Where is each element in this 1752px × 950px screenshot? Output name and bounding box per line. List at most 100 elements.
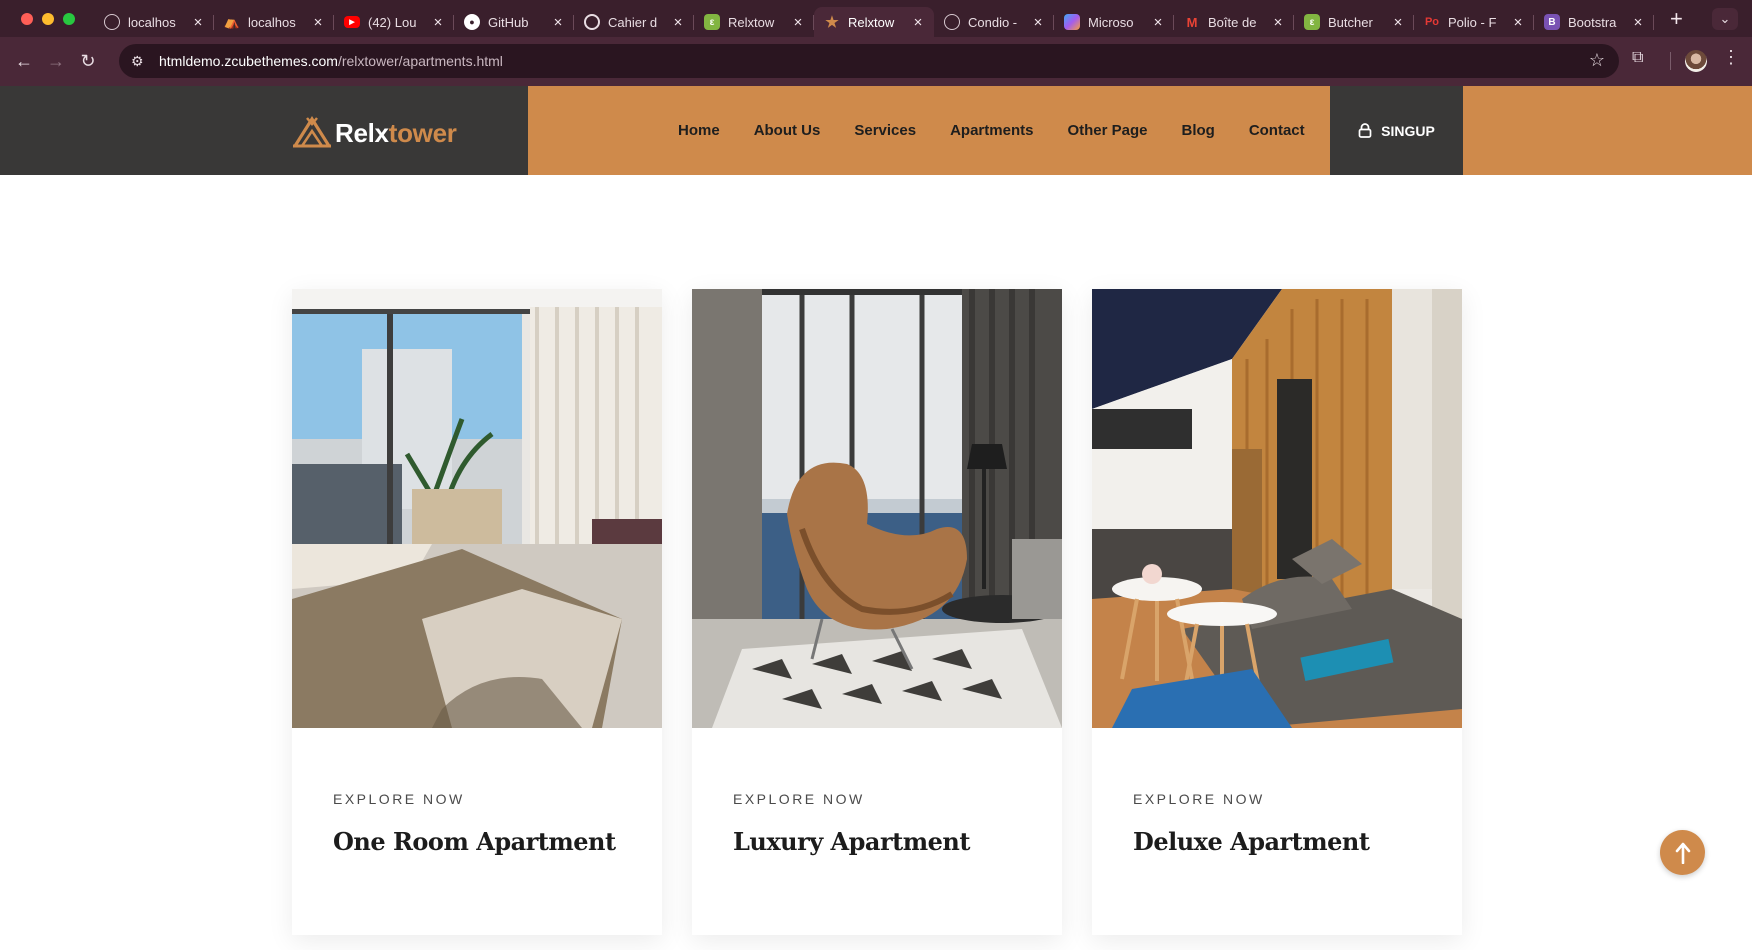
forward-arrow-icon[interactable]: → xyxy=(40,51,72,72)
browser-toolbar: ← → ↻ ⚙ htmldemo.zcubethemes.com/relxtow… xyxy=(0,37,1752,86)
tab-title: Relxtow xyxy=(848,14,895,30)
apartment-photo[interactable] xyxy=(692,289,1062,728)
card-eyebrow: EXPLORE NOW xyxy=(1133,791,1265,807)
card-eyebrow: EXPLORE NOW xyxy=(333,791,465,807)
tent-logo-icon: ⛺ xyxy=(223,14,241,29)
browser-tab[interactable]: Condio - × xyxy=(934,7,1054,37)
logo-text-primary: Relx xyxy=(335,118,389,148)
browser-tab[interactable]: M Boîte de × xyxy=(1174,7,1294,37)
close-tab-icon[interactable]: × xyxy=(1150,14,1166,31)
copilot-icon xyxy=(1064,14,1080,30)
apartment-card[interactable]: EXPLORE NOW Luxury Apartment xyxy=(692,289,1062,935)
window-controls xyxy=(0,12,94,25)
signup-button[interactable]: SINGUP xyxy=(1330,86,1463,175)
close-tab-icon[interactable]: × xyxy=(1270,14,1286,31)
browser-tab[interactable]: B Bootstra × xyxy=(1534,7,1654,37)
polio-icon: Po xyxy=(1424,16,1440,28)
tab-title: Cahier d xyxy=(608,14,658,30)
url-path: /relxtower/apartments.html xyxy=(337,53,503,69)
tab-title: Bootstra xyxy=(1568,14,1617,30)
site-settings-icon[interactable]: ⚙ xyxy=(131,53,159,70)
tab-title: Relxtow xyxy=(728,14,775,30)
youtube-icon: ▶ xyxy=(344,16,360,28)
browser-tab-bar: localhos × ⛺ localhos × ▶ (42) Lou × ● G… xyxy=(0,0,1752,37)
close-window-button[interactable] xyxy=(21,12,33,25)
browser-tab[interactable]: Cahier d × xyxy=(574,7,694,37)
tab-title: Butcher xyxy=(1328,14,1373,30)
openai-icon xyxy=(584,14,600,30)
nav-services[interactable]: Services xyxy=(854,122,916,139)
back-arrow-icon[interactable]: ← xyxy=(8,51,40,72)
globe-icon xyxy=(104,14,120,30)
card-title[interactable]: One Room Apartment xyxy=(333,827,616,856)
close-tab-icon[interactable]: × xyxy=(1510,14,1526,31)
close-tab-icon[interactable]: × xyxy=(190,14,206,31)
logo-text-accent: tower xyxy=(388,118,457,148)
close-tab-icon[interactable]: × xyxy=(790,14,806,31)
nav-contact[interactable]: Contact xyxy=(1249,122,1305,139)
reload-icon[interactable]: ↻ xyxy=(72,51,104,72)
tab-title: Condio - xyxy=(968,14,1018,30)
arrow-up-icon xyxy=(1675,842,1690,864)
tab-title: Polio - F xyxy=(1448,14,1497,30)
close-tab-icon[interactable]: × xyxy=(550,14,566,31)
extensions-puzzle-icon[interactable]: ⧉ xyxy=(1632,49,1643,67)
close-tab-icon[interactable]: × xyxy=(310,14,326,31)
nav-blog[interactable]: Blog xyxy=(1181,122,1214,139)
close-tab-icon[interactable]: × xyxy=(1630,14,1646,31)
browser-tab[interactable]: ε Relxtow × xyxy=(694,7,814,37)
close-tab-icon[interactable]: × xyxy=(910,14,926,31)
tab-title: Boîte de xyxy=(1208,14,1257,30)
envato-icon: ε xyxy=(704,14,720,30)
nav-about-us[interactable]: About Us xyxy=(754,122,821,139)
maximize-window-button[interactable] xyxy=(63,12,75,25)
toolbar-divider xyxy=(1670,52,1671,70)
tab-strip: localhos × ⛺ localhos × ▶ (42) Lou × ● G… xyxy=(94,0,1683,37)
browser-tab[interactable]: ● GitHub × xyxy=(454,7,574,37)
apartment-card[interactable]: EXPLORE NOW One Room Apartment xyxy=(292,289,662,935)
github-icon: ● xyxy=(464,14,480,30)
browser-tab[interactable]: ⛺ localhos × xyxy=(214,7,334,37)
tab-search-chevron-icon[interactable]: ⌄ xyxy=(1712,8,1738,30)
bootstrap-icon: B xyxy=(1544,14,1560,30)
close-tab-icon[interactable]: × xyxy=(670,14,686,31)
url-text[interactable]: htmldemo.zcubethemes.com/relxtower/apart… xyxy=(159,53,503,69)
tab-title: (42) Lou xyxy=(368,14,417,30)
browser-tab[interactable]: localhos × xyxy=(94,7,214,37)
browser-tab[interactable]: ▶ (42) Lou × xyxy=(334,7,454,37)
browser-tab[interactable]: Po Polio - F × xyxy=(1414,7,1534,37)
main-navigation: Home About Us Services Apartments Other … xyxy=(678,86,1339,175)
new-tab-icon[interactable]: + xyxy=(1670,6,1683,32)
profile-avatar[interactable] xyxy=(1685,50,1707,72)
browser-tab[interactable]: ε Butcher × xyxy=(1294,7,1414,37)
lock-icon xyxy=(1358,123,1372,138)
site-logo[interactable]: Relxtower xyxy=(292,116,457,148)
nav-home[interactable]: Home xyxy=(678,122,720,139)
nav-other-page[interactable]: Other Page xyxy=(1067,122,1147,139)
scroll-to-top-button[interactable] xyxy=(1660,830,1705,875)
browser-menu-icon[interactable]: ⋮ xyxy=(1722,47,1740,68)
browser-tab[interactable]: Microso × xyxy=(1054,7,1174,37)
bookmark-star-icon[interactable]: ☆ xyxy=(1589,50,1605,71)
card-eyebrow: EXPLORE NOW xyxy=(733,791,865,807)
tab-title: GitHub xyxy=(488,14,529,30)
close-tab-icon[interactable]: × xyxy=(1030,14,1046,31)
card-title[interactable]: Luxury Apartment xyxy=(733,827,970,856)
browser-tab-active[interactable]: ★ Relxtow × xyxy=(814,7,934,37)
apartment-photo[interactable] xyxy=(1092,289,1462,728)
card-title[interactable]: Deluxe Apartment xyxy=(1133,827,1370,856)
url-domain: htmldemo.zcubethemes.com xyxy=(159,53,338,69)
tab-title: Microso xyxy=(1088,14,1134,30)
tab-title: localhos xyxy=(248,14,296,30)
apartment-card[interactable]: EXPLORE NOW Deluxe Apartment xyxy=(1092,289,1462,935)
close-tab-icon[interactable]: × xyxy=(430,14,446,31)
minimize-window-button[interactable] xyxy=(42,12,54,25)
tab-title: localhos xyxy=(128,14,176,30)
nav-apartments[interactable]: Apartments xyxy=(950,122,1033,139)
gmail-icon: M xyxy=(1186,14,1198,30)
address-bar[interactable]: ⚙ htmldemo.zcubethemes.com/relxtower/apa… xyxy=(119,44,1619,78)
star-icon: ★ xyxy=(825,14,839,31)
site-header: Relxtower Home About Us Services Apartme… xyxy=(0,86,1752,175)
close-tab-icon[interactable]: × xyxy=(1390,14,1406,31)
apartment-photo[interactable] xyxy=(292,289,662,728)
